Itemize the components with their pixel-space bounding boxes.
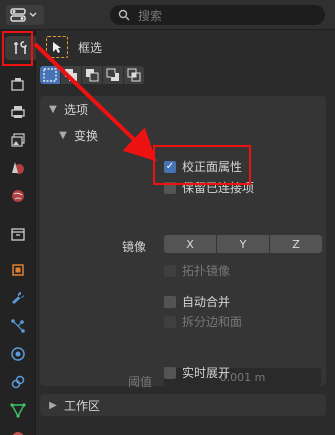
annotation-arrow bbox=[33, 42, 157, 162]
